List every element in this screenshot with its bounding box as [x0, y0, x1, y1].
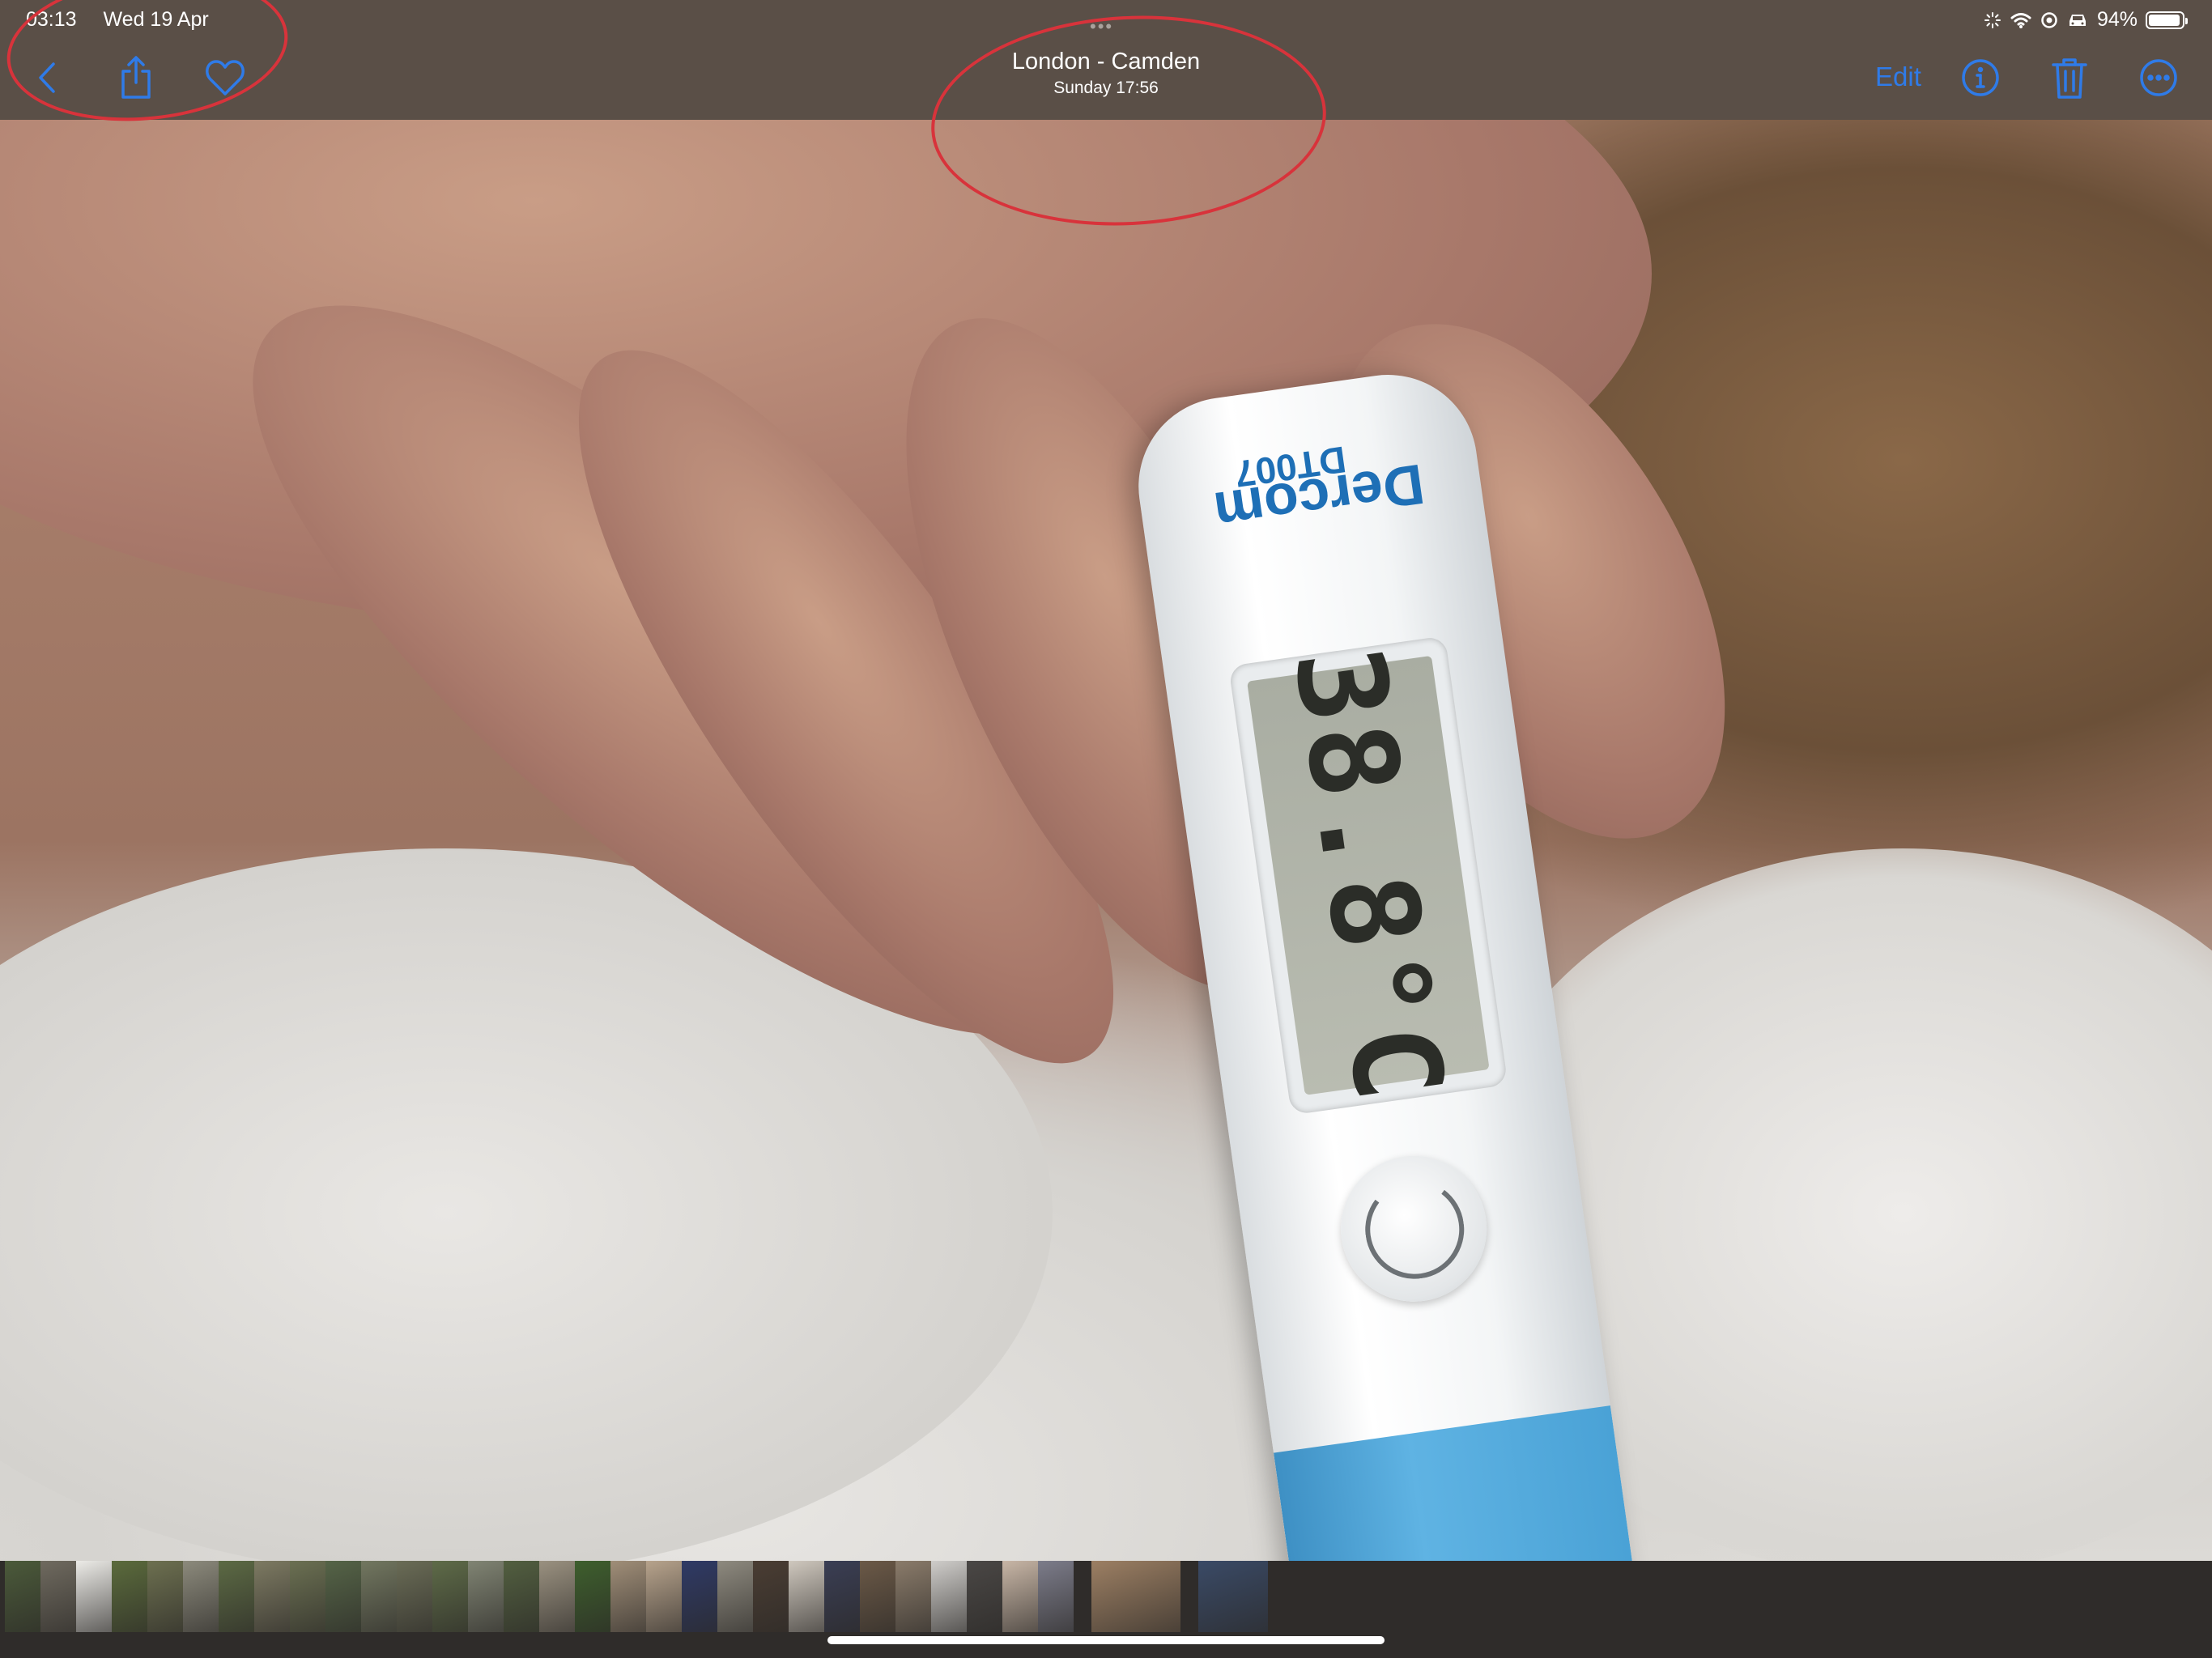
more-icon: [2140, 59, 2177, 96]
photo-thumbnail[interactable]: [361, 1561, 397, 1632]
photo-thumbnail[interactable]: [40, 1561, 76, 1632]
photo-thumbnail[interactable]: [468, 1561, 504, 1632]
photo-thumbnail[interactable]: [183, 1561, 219, 1632]
photo-thumbnail[interactable]: [325, 1561, 361, 1632]
photo-thumbnail[interactable]: [789, 1561, 824, 1632]
thermometer-power-button: [1331, 1146, 1496, 1312]
thermometer-lcd: 38.8°C: [1247, 639, 1490, 1112]
temperature-reading: 38.8°C: [1266, 639, 1470, 1112]
photo-thumbnail[interactable]: [753, 1561, 789, 1632]
photo-thumbnail[interactable]: [1091, 1561, 1180, 1632]
wifi-icon: [2010, 12, 2031, 28]
info-button[interactable]: [1956, 53, 2005, 102]
battery-icon: [2146, 11, 2188, 29]
thermometer-display-frame: 38.8°C: [1228, 636, 1508, 1116]
photo-thumbnail[interactable]: [112, 1561, 147, 1632]
home-indicator[interactable]: [827, 1636, 1385, 1644]
photo-thumbnail[interactable]: [147, 1561, 183, 1632]
photo-thumbnail[interactable]: [539, 1561, 575, 1632]
photo-thumbnail[interactable]: [860, 1561, 895, 1632]
photo-thumbnail[interactable]: [290, 1561, 325, 1632]
photo-thumbnail[interactable]: [967, 1561, 1002, 1632]
photo-thumbnail[interactable]: [1198, 1561, 1268, 1632]
thumbnail-list: [5, 1561, 1268, 1632]
photo-thumbnail[interactable]: [931, 1561, 967, 1632]
photo-thumbnail[interactable]: [1038, 1561, 1074, 1632]
battery-percent: 94%: [2096, 8, 2138, 31]
photo-view[interactable]: DT007 Dercom 38.8°C: [0, 120, 2212, 1561]
edit-button[interactable]: Edit: [1875, 62, 1921, 92]
status-bar-right: 94%: [1984, 8, 2188, 32]
photo-thumbnail[interactable]: [717, 1561, 753, 1632]
photo-thumbnail[interactable]: [397, 1561, 432, 1632]
photo-thumbnail[interactable]: [76, 1561, 112, 1632]
car-icon: [2069, 14, 2086, 26]
more-button[interactable]: [2134, 53, 2183, 102]
battery-fill: [2149, 14, 2180, 26]
photo-thumbnail[interactable]: [432, 1561, 468, 1632]
photo-viewer-screen: DT007 Dercom 38.8°C 03:13 Wed 19 Apr 94%: [0, 0, 2212, 1658]
photo-thumbnail[interactable]: [1002, 1561, 1038, 1632]
trash-icon: [2052, 58, 2087, 99]
photo-thumbnail[interactable]: [5, 1561, 40, 1632]
photo-thumbnail[interactable]: [254, 1561, 290, 1632]
photo-thumbnail[interactable]: [219, 1561, 254, 1632]
thermometer-probe-tip: [1273, 1405, 1640, 1561]
photo-thumbnail[interactable]: [504, 1561, 539, 1632]
activity-icon: [1984, 11, 2001, 28]
info-icon: [1962, 59, 1999, 96]
photo-thumbnail[interactable]: [646, 1561, 682, 1632]
photo-thumbnail[interactable]: [682, 1561, 717, 1632]
location-icon: [2041, 11, 2057, 28]
photo-thumbnail[interactable]: [824, 1561, 860, 1632]
photo-thumbnail[interactable]: [895, 1561, 931, 1632]
photo-thumbnail[interactable]: [610, 1561, 646, 1632]
delete-button[interactable]: [2045, 53, 2094, 102]
photo-thumbnail[interactable]: [575, 1561, 610, 1632]
